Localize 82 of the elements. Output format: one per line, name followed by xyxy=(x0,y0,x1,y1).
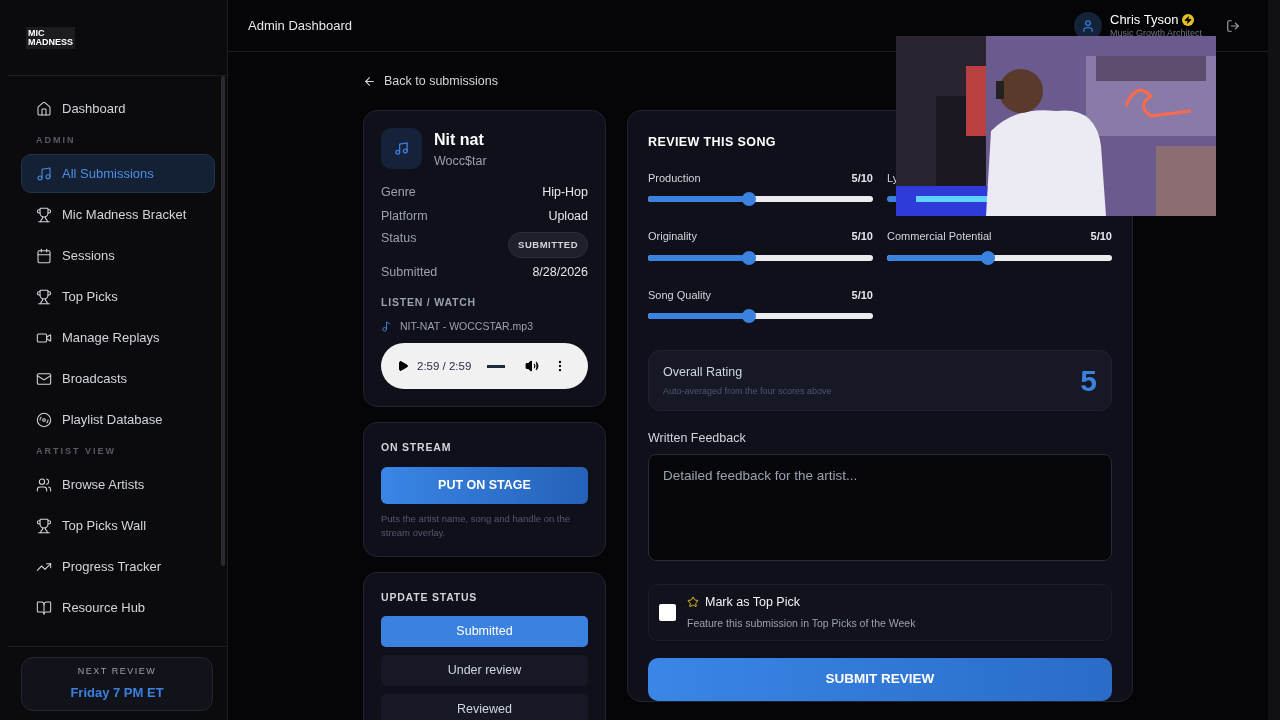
detail-value: 8/28/2026 xyxy=(532,264,588,282)
artist-name: Wocc$tar xyxy=(434,153,487,170)
nav-item[interactable]: Progress Tracker xyxy=(21,547,215,586)
disc-icon xyxy=(36,411,52,428)
top-pick-note: Feature this submission in Top Picks of the Week xyxy=(687,616,916,632)
detail-label: Status xyxy=(381,229,417,247)
nav-item[interactable]: All Submissions xyxy=(21,154,215,193)
book-icon xyxy=(36,599,52,616)
detail-label: Submitted xyxy=(381,264,438,282)
stream-note: Puts the artist name, song and handle on the stream overlay. xyxy=(381,512,572,540)
scrollbar[interactable] xyxy=(1268,0,1280,720)
top-pick-checkbox[interactable] xyxy=(659,603,676,621)
score-value: 5/10 xyxy=(851,287,873,303)
feedback-label: Written Feedback xyxy=(648,429,747,447)
next-review-label: NEXT REVIEW xyxy=(77,665,157,678)
overall-note: Auto-averaged from the four scores above xyxy=(663,384,832,398)
back-link[interactable]: Back to submissions xyxy=(363,72,498,90)
slider-track[interactable] xyxy=(887,196,896,203)
audio-player[interactable]: 2:59 / 2:59 xyxy=(381,343,588,390)
page-title: Admin Dashboard xyxy=(248,16,353,35)
section-heading: ON STREAM xyxy=(381,440,453,456)
nav-item[interactable]: Broadcasts xyxy=(21,359,215,398)
user-role: Music Growth Architect xyxy=(1110,28,1204,40)
next-review-time: Friday 7 PM ET xyxy=(70,683,164,702)
put-on-stage-button[interactable]: PUT ON STAGE xyxy=(381,467,588,504)
user-icon xyxy=(1081,18,1095,33)
nav-item[interactable]: Sessions xyxy=(21,236,215,275)
status-option[interactable]: Under review xyxy=(381,654,588,686)
detail-label: Genre xyxy=(381,184,416,202)
overall-label: Overall Rating xyxy=(663,363,744,381)
status-option[interactable]: Submitted xyxy=(381,615,588,647)
status-badge: SUBMITTED xyxy=(508,231,588,258)
nav-item[interactable]: Resource Hub xyxy=(21,588,215,627)
status-option[interactable]: Reviewed xyxy=(381,693,588,720)
nav-item[interactable]: Dashboard xyxy=(21,89,215,128)
nav-item[interactable]: Manage Replays xyxy=(21,318,215,357)
score-label: Song Quality xyxy=(648,287,711,303)
mail-icon xyxy=(36,370,52,387)
song-title: Nit nat xyxy=(434,130,485,150)
section-heading: LISTEN / WATCH xyxy=(381,294,477,310)
nav-item[interactable]: Top Picks xyxy=(21,277,215,316)
trophy-icon xyxy=(36,206,52,223)
music-note-icon xyxy=(381,320,392,332)
arrow-left-icon xyxy=(363,74,376,88)
users-icon xyxy=(36,476,52,493)
detail-value: Upload xyxy=(548,208,588,226)
nav-item[interactable]: Browse Artists xyxy=(21,465,215,504)
score-label: Originality xyxy=(648,229,697,245)
feedback-field[interactable]: Detailed feedback for the artist... xyxy=(648,454,1112,561)
nav-item[interactable]: Top Picks Wall xyxy=(21,506,215,545)
logo[interactable]: MIC MADNESS xyxy=(26,26,75,49)
trophy-icon xyxy=(36,517,52,534)
top-pick-label: Mark as Top Pick xyxy=(705,593,800,611)
calendar-icon xyxy=(36,247,52,264)
review-heading: REVIEW THIS SONG xyxy=(648,134,777,151)
home-icon xyxy=(36,100,52,117)
detail-label: Platform xyxy=(381,208,428,226)
progress-track[interactable] xyxy=(487,364,506,368)
bolt-icon xyxy=(1182,13,1195,26)
volume-icon[interactable] xyxy=(525,359,540,374)
music-icon xyxy=(36,165,52,182)
section-heading: UPDATE STATUS xyxy=(381,590,479,605)
score-value: 5/10 xyxy=(851,229,873,245)
score-value: 5/10 xyxy=(1090,229,1112,245)
logout-icon[interactable] xyxy=(1226,18,1240,33)
detail-value: Hip-Hop xyxy=(542,184,588,202)
score-label: Commercial Potential xyxy=(887,229,992,245)
score-value: 5/10 xyxy=(851,170,873,186)
play-icon[interactable] xyxy=(397,360,409,373)
overall-score: 5 xyxy=(1080,362,1097,399)
nav-item[interactable]: Mic Madness Bracket xyxy=(21,195,215,234)
score-label: Production xyxy=(648,170,701,186)
file-name: NIT-NAT - WOCCSTAR.mp3 xyxy=(400,318,533,334)
nav-item[interactable]: Playlist Database xyxy=(21,400,215,439)
submit-review-button[interactable]: SUBMIT REVIEW xyxy=(648,658,1112,701)
trophy-icon xyxy=(36,288,52,305)
player-time: 2:59 / 2:59 xyxy=(417,358,472,374)
music-icon xyxy=(394,141,409,156)
section-heading: ARTIST VIEW xyxy=(35,445,117,459)
user-name: Chris Tyson xyxy=(1110,11,1179,28)
star-icon xyxy=(687,595,699,608)
section-heading: ADMIN xyxy=(35,134,77,148)
